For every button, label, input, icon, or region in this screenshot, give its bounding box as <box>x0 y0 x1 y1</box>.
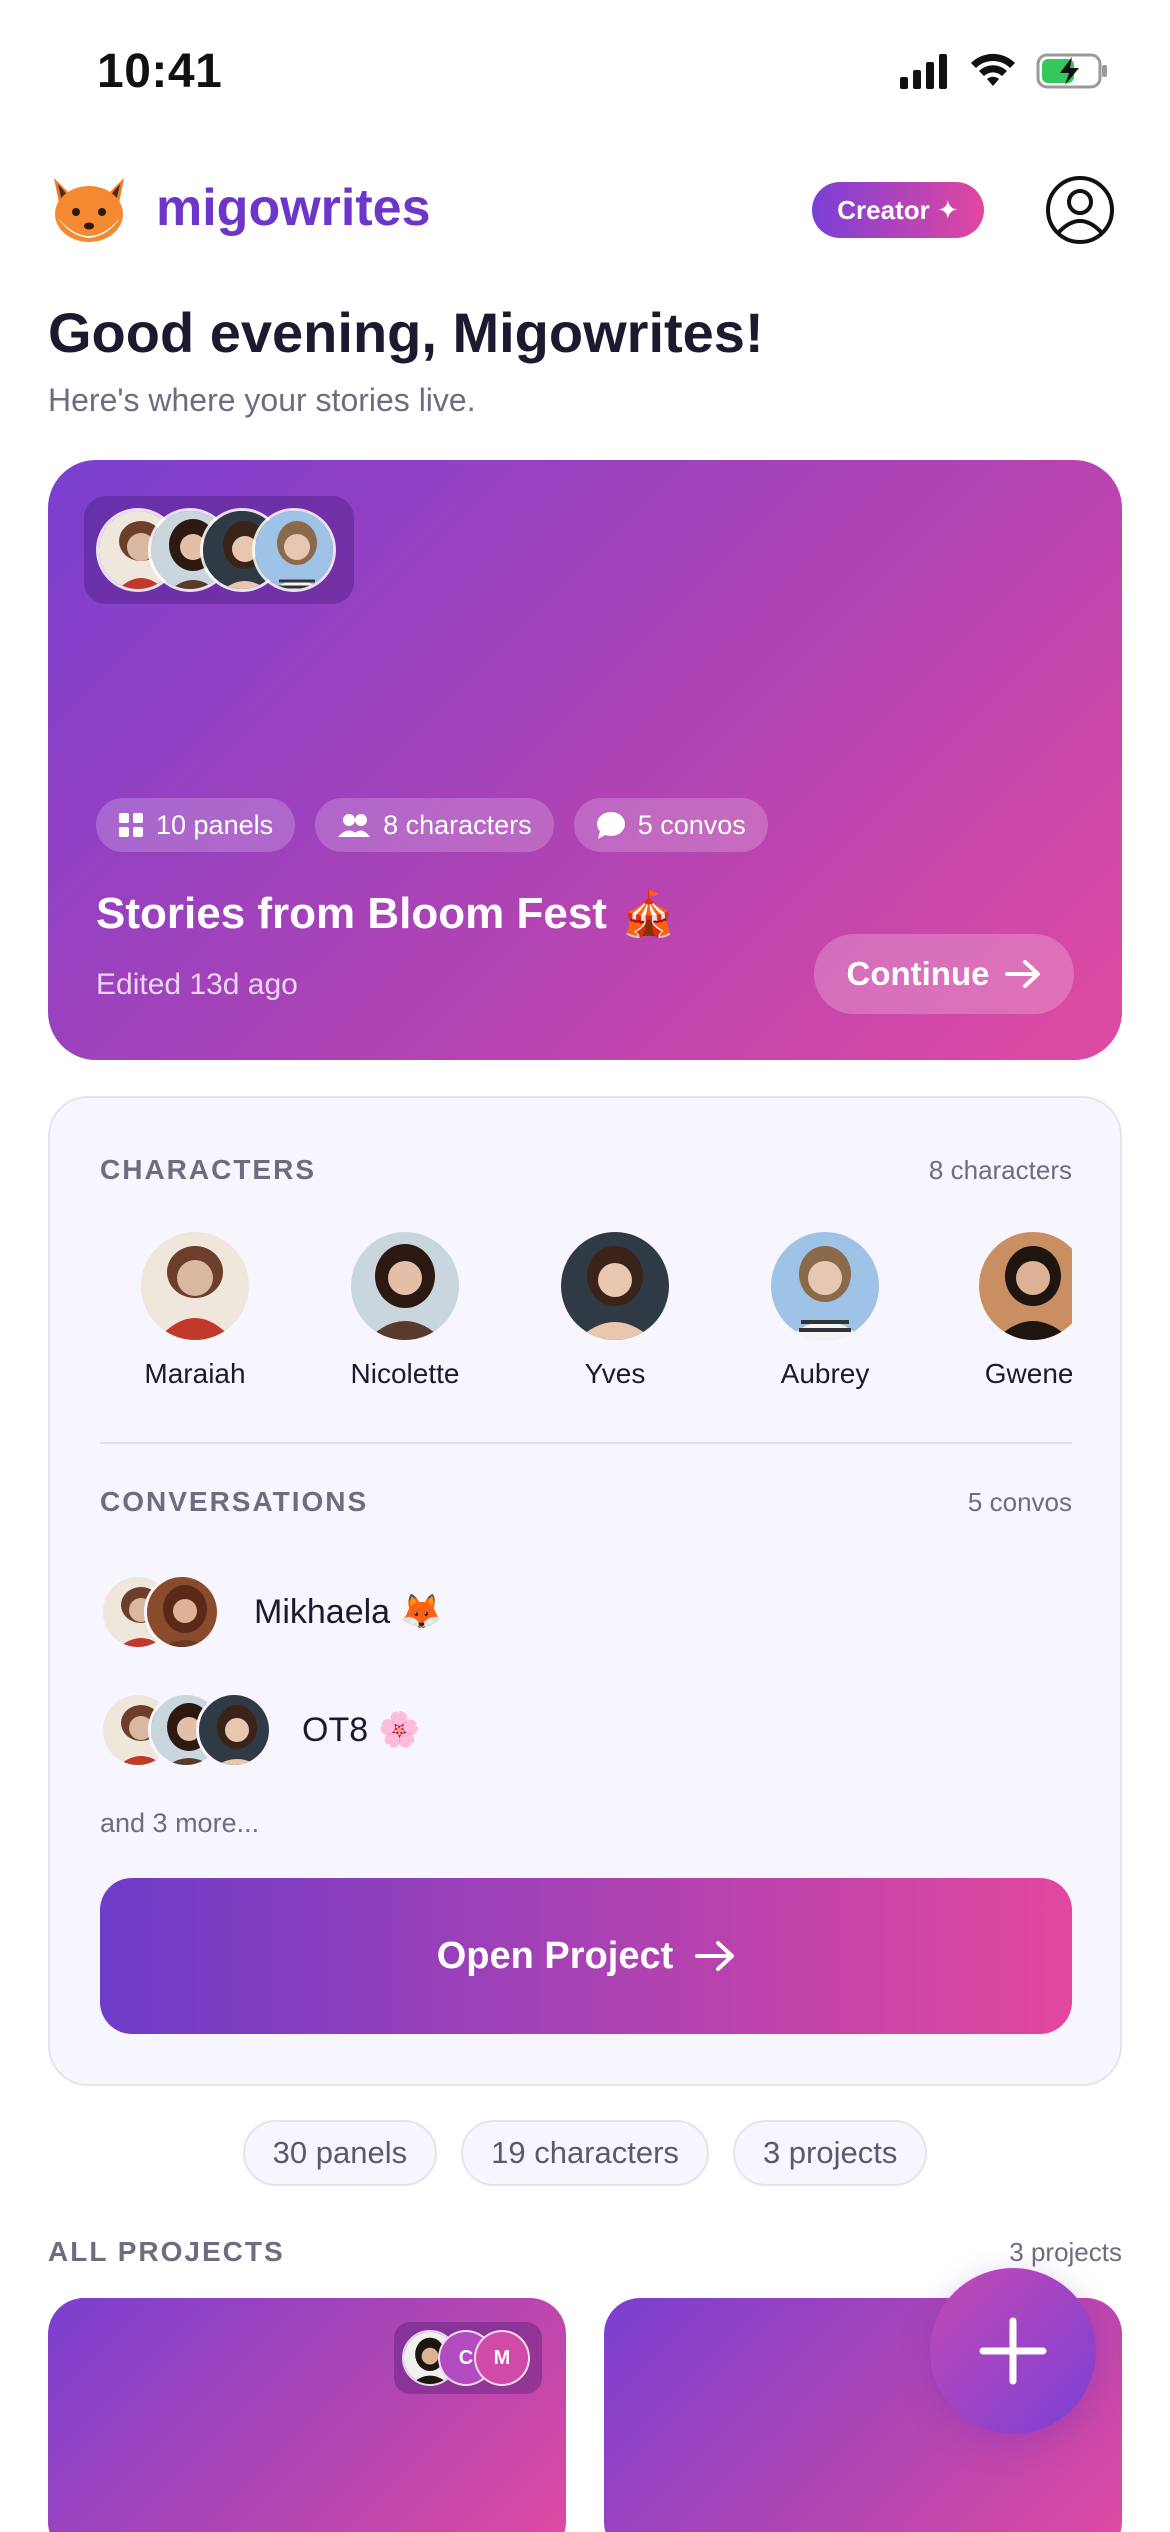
plus-icon <box>979 2317 1047 2385</box>
hero-stat-chips: 10 panels 8 characters 5 convos <box>96 798 768 852</box>
continue-label: Continue <box>846 955 990 992</box>
conversation-name: Mikhaela <box>254 1592 391 1631</box>
avatar <box>252 508 336 592</box>
project-card[interactable]: C M <box>48 2298 566 2532</box>
conversation-name: OT8 <box>302 1710 369 1749</box>
convos-chip-label: 5 convos <box>637 809 746 840</box>
status-bar: 10:41 <box>0 0 1170 140</box>
greeting-subtitle: Here's where your stories live. <box>48 382 476 418</box>
wifi-icon <box>971 53 1015 86</box>
hero-avatar-stack <box>84 496 354 604</box>
avatar <box>196 1692 272 1768</box>
conversation-avatar-stack <box>100 1574 224 1650</box>
character-name: Maraiah <box>144 1358 246 1389</box>
characters-header: CHARACTERS 8 characters <box>100 1154 1072 1186</box>
character-item[interactable]: Gwenet <box>958 1232 1072 1390</box>
project-detail-card: CHARACTERS 8 characters Maraiah Nicolett… <box>48 1096 1122 2086</box>
panels-chip-label: 10 panels <box>156 809 274 840</box>
convos-chip: 5 convos <box>573 798 768 852</box>
arrow-right-icon <box>1005 960 1041 988</box>
grid-icon <box>119 813 143 837</box>
app-header: migowrites Creator ✦ <box>48 170 1122 250</box>
character-item[interactable]: Aubrey <box>750 1232 900 1390</box>
battery-charging-icon <box>1036 53 1107 89</box>
character-name: Yves <box>584 1358 646 1389</box>
character-item[interactable]: Yves <box>540 1232 690 1390</box>
project-avatar-stack: C M <box>394 2322 542 2394</box>
section-divider <box>100 1442 1072 1444</box>
project-title-emoji: 🎪 <box>620 890 676 939</box>
open-project-label: Open Project <box>436 1934 674 1977</box>
all-projects-count: 3 projects <box>1009 2236 1122 2267</box>
project-edited-time: Edited 13d ago <box>96 968 298 1001</box>
stats-row: 30 panels 19 characters 3 projects <box>0 2120 1170 2186</box>
project-title: Stories from Bloom Fest 🎪 <box>96 888 676 940</box>
avatar <box>771 1232 879 1340</box>
conversations-count: 5 convos <box>967 1486 1072 1517</box>
new-project-button[interactable] <box>930 2268 1096 2434</box>
conversation-emoji: 🌸 <box>378 1711 421 1749</box>
character-name: Gwenet <box>984 1358 1072 1389</box>
character-item[interactable]: Nicolette <box>330 1232 480 1390</box>
avatar <box>979 1232 1072 1340</box>
more-conversations-text[interactable]: and 3 more... <box>100 1808 259 1839</box>
conversation-emoji: 🦊 <box>400 1593 443 1631</box>
profile-icon[interactable] <box>1044 174 1116 246</box>
character-name: Aubrey <box>780 1358 870 1389</box>
characters-chip-label: 8 characters <box>383 809 532 840</box>
characters-label: CHARACTERS <box>100 1154 316 1185</box>
people-icon <box>338 814 371 837</box>
status-icons <box>898 52 1110 90</box>
avatar <box>561 1232 669 1340</box>
fox-logo-icon <box>54 178 124 242</box>
avatar-initial: M <box>474 2330 530 2386</box>
stat-pill-panels: 30 panels <box>242 2120 438 2186</box>
panels-chip: 10 panels <box>96 798 296 852</box>
all-projects-header: ALL PROJECTS 3 projects <box>48 2236 1122 2268</box>
character-name: Nicolette <box>350 1358 460 1389</box>
characters-list[interactable]: Maraiah Nicolette Yves Aubrey Gwenet <box>100 1232 1072 1402</box>
chat-bubble-icon <box>596 812 625 839</box>
characters-chip: 8 characters <box>315 798 554 852</box>
arrow-right-icon <box>695 1941 735 1971</box>
status-time: 10:41 <box>97 45 223 98</box>
avatar <box>141 1232 249 1340</box>
featured-project-card[interactable]: 10 panels 8 characters 5 convos Stories … <box>48 460 1122 1060</box>
stat-pill-projects: 3 projects <box>732 2120 928 2186</box>
open-project-button[interactable]: Open Project <box>100 1878 1072 2034</box>
stat-pill-characters: 19 characters <box>461 2120 709 2186</box>
character-item[interactable]: Maraiah <box>120 1232 270 1390</box>
characters-count: 8 characters <box>928 1154 1072 1185</box>
conversations-label: CONVERSATIONS <box>100 1486 369 1517</box>
greeting-title: Good evening, Migowrites! <box>48 301 764 364</box>
avatar <box>351 1232 459 1340</box>
avatar <box>144 1574 220 1650</box>
continue-button[interactable]: Continue <box>814 934 1074 1014</box>
conversation-avatar-stack <box>100 1692 272 1768</box>
conversation-item[interactable]: OT8 🌸 <box>100 1692 420 1768</box>
brand-name: migowrites <box>156 179 431 237</box>
project-title-text: Stories from Bloom Fest <box>96 889 607 938</box>
signal-icon <box>900 54 947 89</box>
conversation-item[interactable]: Mikhaela 🦊 <box>100 1574 442 1650</box>
conversations-header: CONVERSATIONS 5 convos <box>100 1486 1072 1518</box>
creator-badge[interactable]: Creator ✦ <box>812 182 984 238</box>
all-projects-label: ALL PROJECTS <box>48 2236 285 2267</box>
